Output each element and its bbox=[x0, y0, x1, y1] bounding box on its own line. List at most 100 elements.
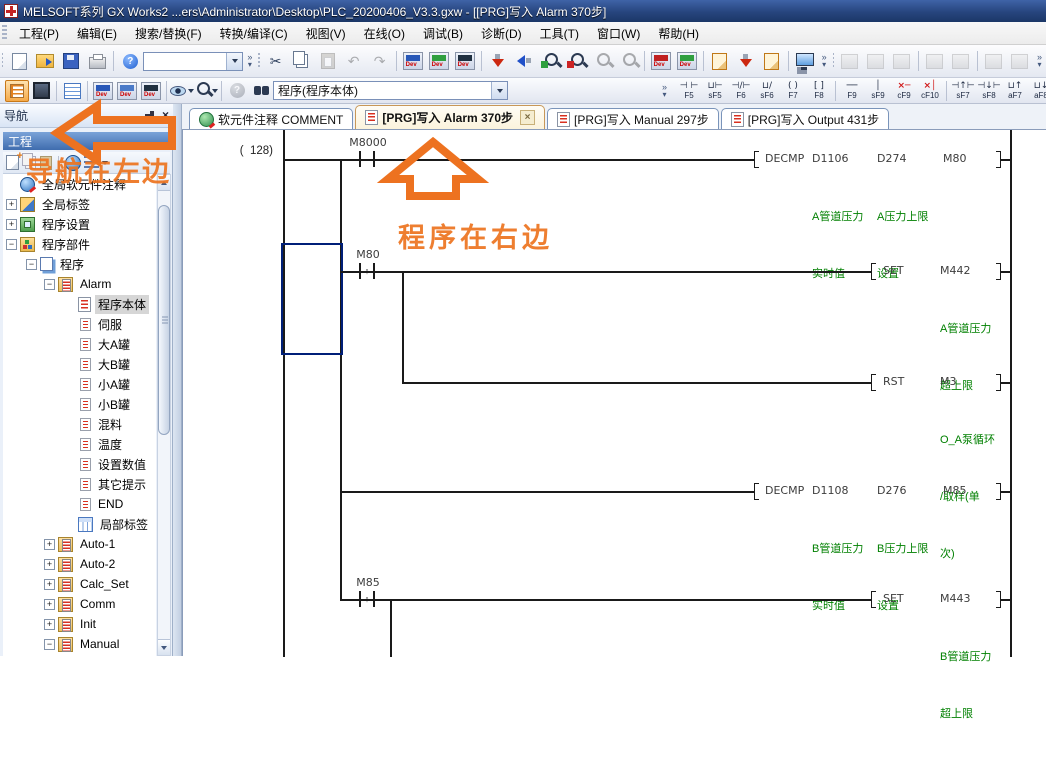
tree-item-program-setting[interactable]: 程序设置 bbox=[3, 214, 156, 234]
transfer-setup-button[interactable] bbox=[707, 48, 733, 74]
tree-item-init[interactable]: Init bbox=[3, 614, 156, 634]
tree-item-tank-b-small[interactable]: 小B罐 bbox=[3, 394, 156, 414]
tree-item-set-values[interactable]: 设置数值 bbox=[3, 454, 156, 474]
transfer-verify-button[interactable] bbox=[733, 48, 759, 74]
tree-item-tank-a-small[interactable]: 小A罐 bbox=[3, 374, 156, 394]
zoom-tool-button[interactable] bbox=[194, 80, 218, 102]
ladder-editor-canvas[interactable]: ( 128) M8000 DECMP D1106 D274 M80 A管道压力 … bbox=[182, 129, 1046, 656]
expander-plus[interactable] bbox=[44, 599, 55, 610]
print-button[interactable] bbox=[84, 48, 110, 74]
toolbar-overflow-button[interactable] bbox=[658, 79, 671, 103]
ladder-coil-button[interactable]: ( )F7 bbox=[780, 78, 806, 104]
tree-scrollbar[interactable] bbox=[157, 174, 171, 656]
tree-item-auto-2[interactable]: Auto-2 bbox=[3, 554, 156, 574]
menu-diagnostics[interactable]: 诊断(D) bbox=[472, 22, 531, 45]
ladder-falling-pulse-button[interactable]: ⊣↓⊢sF8 bbox=[976, 78, 1002, 104]
device-search-button[interactable] bbox=[400, 48, 426, 74]
context-help-button[interactable]: ? bbox=[225, 80, 249, 102]
device-batch-monitor-button[interactable] bbox=[139, 80, 163, 102]
scrollbar-thumb[interactable] bbox=[158, 205, 170, 435]
tab-prg-alarm[interactable]: [PRG]写入 Alarm 370步 × bbox=[355, 105, 545, 129]
find-button[interactable] bbox=[249, 80, 273, 102]
paste-button[interactable] bbox=[315, 48, 341, 74]
pc-connection-button[interactable] bbox=[792, 48, 818, 74]
menu-help[interactable]: 帮助(H) bbox=[649, 22, 708, 45]
device-display-button[interactable] bbox=[170, 80, 194, 102]
toolbar-overflow-button[interactable] bbox=[1033, 49, 1046, 73]
tree-item-manual[interactable]: Manual bbox=[3, 634, 156, 654]
ladder-monitor-button-1[interactable] bbox=[837, 48, 863, 74]
expander-minus[interactable] bbox=[26, 259, 37, 270]
read-from-plc-button[interactable] bbox=[511, 48, 537, 74]
device-batch-button[interactable] bbox=[452, 48, 478, 74]
tree-item-comm[interactable]: Comm bbox=[3, 594, 156, 614]
ladder-open-contact-button[interactable]: ⊣ ⊢F5 bbox=[676, 78, 702, 104]
expander-minus[interactable] bbox=[44, 639, 55, 650]
tree-item-local-label[interactable]: 局部标签 bbox=[3, 514, 156, 534]
write-to-plc-button[interactable] bbox=[485, 48, 511, 74]
ladder-delete-hline-button[interactable]: ×─cF9 bbox=[891, 78, 917, 104]
combo-dropdown-button[interactable] bbox=[226, 53, 242, 70]
menu-tools[interactable]: 工具(T) bbox=[531, 22, 588, 45]
tree-item-tank-b-large[interactable]: 大B罐 bbox=[3, 354, 156, 374]
device-memory-button[interactable] bbox=[115, 80, 139, 102]
ladder-instruction-button[interactable]: [ ]F8 bbox=[806, 78, 832, 104]
tree-item-global-label[interactable]: 全局标签 bbox=[3, 194, 156, 214]
ladder-monitor-button-6[interactable] bbox=[981, 48, 1007, 74]
ladder-parallel-falling-pulse-button[interactable]: ⊔↓aF8 bbox=[1028, 78, 1046, 104]
expander-plus[interactable] bbox=[44, 579, 55, 590]
toolbar-overflow-button[interactable] bbox=[243, 49, 256, 73]
menu-online[interactable]: 在线(O) bbox=[355, 22, 414, 45]
expander-minus[interactable] bbox=[6, 239, 17, 250]
help-button[interactable]: ? bbox=[117, 48, 143, 74]
remote-operation-button[interactable] bbox=[563, 48, 589, 74]
navigation-toggle-button[interactable] bbox=[5, 80, 29, 102]
tab-prg-manual[interactable]: [PRG]写入 Manual 297步 bbox=[547, 108, 719, 129]
tab-close-button[interactable]: × bbox=[520, 110, 535, 125]
tree-item-pou[interactable]: 程序部件 bbox=[3, 234, 156, 254]
tree-item-auto-1[interactable]: Auto-1 bbox=[3, 534, 156, 554]
device-monitor-button[interactable] bbox=[426, 48, 452, 74]
module-configuration-button[interactable] bbox=[29, 80, 53, 102]
monitor-stop-button[interactable] bbox=[615, 48, 641, 74]
tree-item-program[interactable]: 程序 bbox=[3, 254, 156, 274]
verify-with-plc-button[interactable] bbox=[537, 48, 563, 74]
menu-project[interactable]: 工程(P) bbox=[10, 22, 68, 45]
tree-item-calc-set[interactable]: Calc_Set bbox=[3, 574, 156, 594]
program-selector-combo[interactable]: 程序(程序本体) bbox=[273, 81, 508, 100]
menu-edit[interactable]: 编辑(E) bbox=[68, 22, 126, 45]
ladder-parallel-rising-pulse-button[interactable]: ⊔↑aF7 bbox=[1002, 78, 1028, 104]
ladder-monitor-button-4[interactable] bbox=[922, 48, 948, 74]
expander-plus[interactable] bbox=[6, 219, 17, 230]
transfer-write-button[interactable] bbox=[759, 48, 785, 74]
tree-item-other-prompts[interactable]: 其它提示 bbox=[3, 474, 156, 494]
ladder-closed-contact-button[interactable]: ⊣/⊢F6 bbox=[728, 78, 754, 104]
menu-window[interactable]: 窗口(W) bbox=[588, 22, 649, 45]
tree-item-temperature[interactable]: 温度 bbox=[3, 434, 156, 454]
scroll-down-button[interactable] bbox=[158, 639, 170, 655]
tree-item-mixing[interactable]: 混料 bbox=[3, 414, 156, 434]
tab-device-comment[interactable]: 软元件注释 COMMENT bbox=[189, 108, 353, 129]
ladder-vline-button[interactable]: │sF9 bbox=[865, 78, 891, 104]
expander-plus[interactable] bbox=[44, 559, 55, 570]
ladder-parallel-open-contact-button[interactable]: ⊔⊢sF5 bbox=[702, 78, 728, 104]
new-project-button[interactable] bbox=[6, 48, 32, 74]
expander-minus[interactable] bbox=[44, 279, 55, 290]
menu-debug[interactable]: 调试(B) bbox=[414, 22, 472, 45]
address-combo[interactable] bbox=[143, 52, 243, 71]
expander-plus[interactable] bbox=[44, 619, 55, 630]
tree-item-program-body[interactable]: 程序本体 bbox=[3, 294, 156, 314]
cut-button[interactable]: ✂ bbox=[263, 48, 289, 74]
ladder-parallel-closed-contact-button[interactable]: ⊔/sF6 bbox=[754, 78, 780, 104]
edit-cursor-cell[interactable] bbox=[281, 243, 343, 355]
undo-button[interactable]: ↶ bbox=[341, 48, 367, 74]
combo-dropdown-button[interactable] bbox=[491, 82, 507, 99]
tree-item-servo[interactable]: 伺服 bbox=[3, 314, 156, 334]
ladder-monitor-button-2[interactable] bbox=[863, 48, 889, 74]
toolbar-overflow-button[interactable] bbox=[818, 49, 831, 73]
device-monitor-red-button[interactable] bbox=[648, 48, 674, 74]
device-monitor-green-button[interactable] bbox=[674, 48, 700, 74]
program-list-button[interactable] bbox=[60, 80, 84, 102]
menu-compile[interactable]: 转换/编译(C) bbox=[211, 22, 297, 45]
panel-splitter[interactable] bbox=[173, 104, 182, 656]
